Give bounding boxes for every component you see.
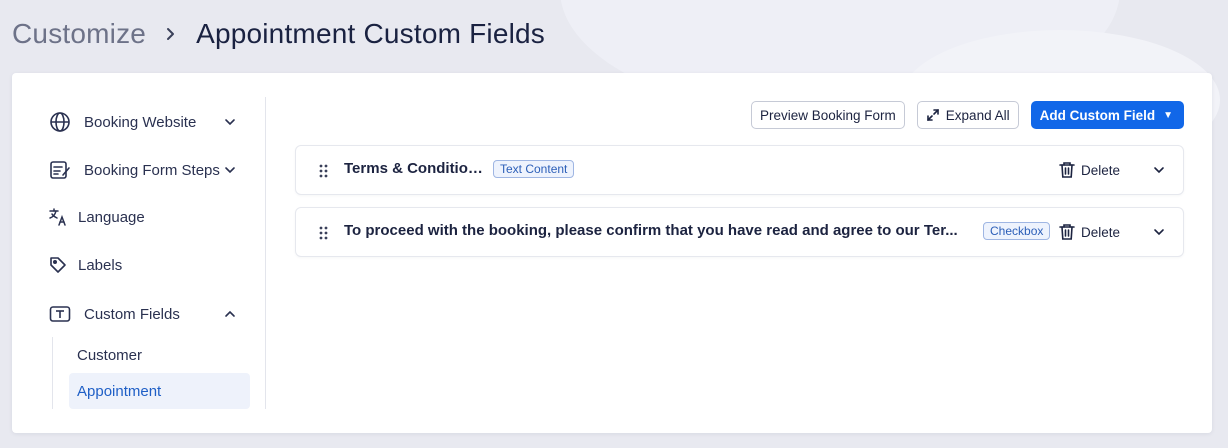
sidebar-item-label: Custom Fields [84,305,180,323]
add-custom-field-button[interactable]: Add Custom Field ▼ [1030,101,1184,129]
custom-field-row[interactable]: To proceed with the booking, please conf… [295,207,1184,257]
globe-icon [48,110,72,134]
trash-icon [1059,223,1075,241]
toolbar: Preview Booking Form Expand All Add Cust… [750,101,1184,129]
chevron-right-icon [160,23,182,45]
sidebar-subitem-label: Customer [77,346,143,364]
tag-icon [48,253,68,277]
form-edit-icon [48,158,72,182]
delete-label: Delete [1081,162,1121,178]
sidebar-item-booking-form-steps[interactable]: Booking Form Steps [48,156,235,184]
sidebar-subitem-label: Appointment [77,382,162,400]
field-type-badge: Checkbox [983,222,1051,240]
page-title: Appointment Custom Fields [196,18,545,49]
delete-button[interactable]: Delete [1059,222,1120,242]
text-field-icon [48,302,72,326]
button-label: Expand All [945,107,1010,123]
button-label: Preview Booking Form [759,107,896,123]
sidebar-subitem-customer[interactable]: Customer [69,337,250,373]
sidebar: Booking Website Booking Form Steps Langu… [12,97,266,409]
chevron-down-icon [222,162,238,178]
sidebar-item-language[interactable]: Language [48,203,145,231]
chevron-up-icon [222,306,238,322]
trash-icon [1059,161,1075,179]
sidebar-item-label: Booking Website [84,113,197,131]
chevron-down-icon [222,114,238,130]
sidebar-item-booking-website[interactable]: Booking Website [48,108,235,136]
preview-booking-form-button[interactable]: Preview Booking Form [750,101,905,129]
expand-all-button[interactable]: Expand All [916,101,1019,129]
chevron-down-icon[interactable] [1151,224,1167,240]
sidebar-item-label: Booking Form Steps [84,161,220,179]
custom-field-row[interactable]: Terms & Conditions Text Content Delete [295,145,1184,195]
sidebar-item-label: Labels [78,256,123,274]
chevron-down-icon[interactable] [1151,162,1167,178]
breadcrumb-parent-link[interactable]: Customize [12,18,146,50]
breadcrumb: Customize Appointment Custom Fields [12,14,545,54]
field-title: To proceed with the booking, please conf… [344,222,958,239]
sidebar-item-label: Language [78,208,145,226]
delete-button[interactable]: Delete [1059,160,1120,180]
drag-handle-icon[interactable] [318,163,330,179]
button-label: Add Custom Field [1039,107,1156,123]
field-type-badge: Text Content [493,160,575,178]
sidebar-subitem-appointment[interactable]: Appointment [69,373,250,409]
sidebar-item-labels[interactable]: Labels [48,251,122,279]
submenu-rail [52,337,53,409]
delete-label: Delete [1081,224,1121,240]
content-card: Booking Website Booking Form Steps Langu… [12,73,1212,433]
field-title: Terms & Conditions [344,160,484,177]
sidebar-item-custom-fields[interactable]: Custom Fields [48,300,235,328]
drag-handle-icon[interactable] [318,225,330,241]
translate-icon [48,205,68,229]
expand-icon [926,108,940,122]
caret-down-icon: ▼ [1163,109,1173,121]
